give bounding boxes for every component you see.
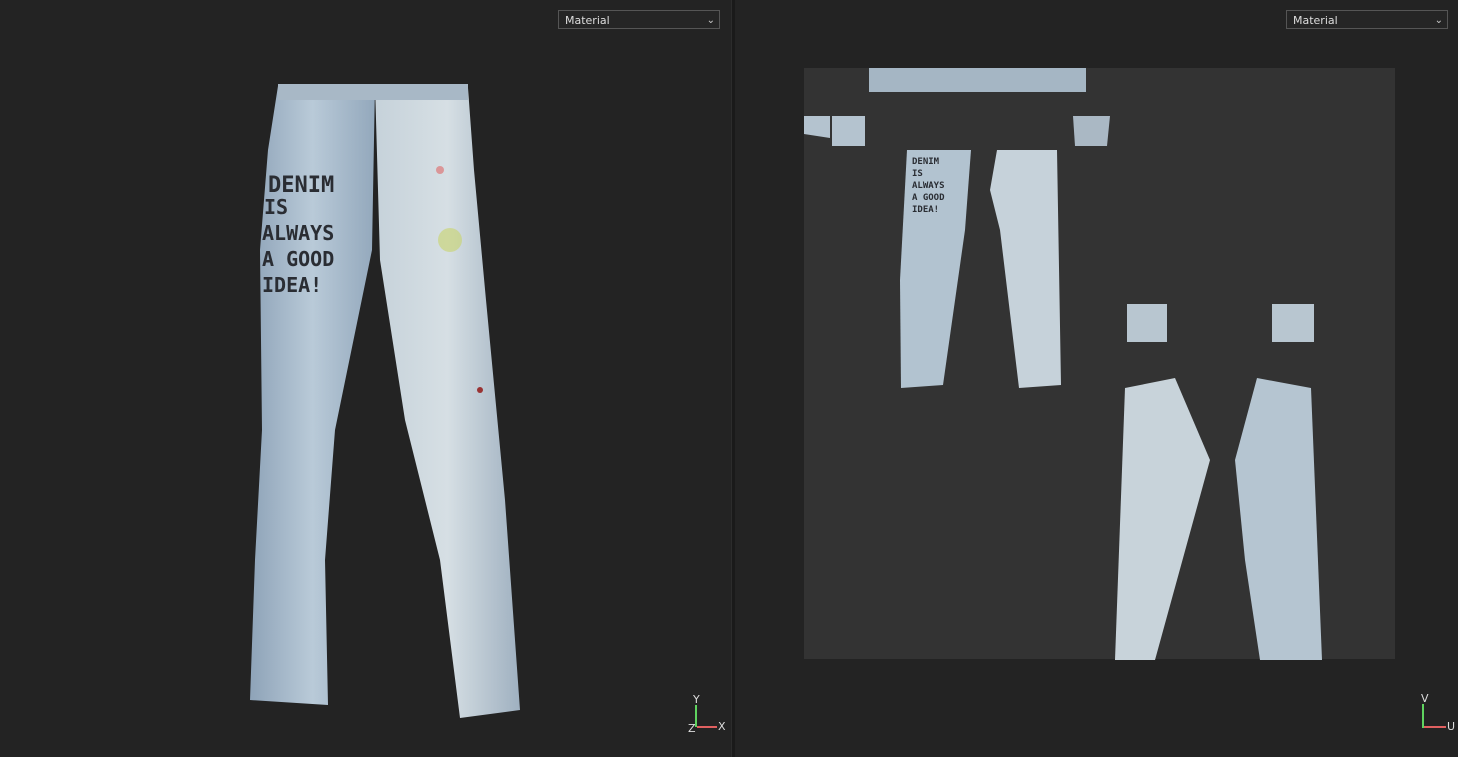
svg-text:DENIM: DENIM bbox=[912, 157, 940, 167]
svg-text:IS: IS bbox=[912, 169, 923, 179]
svg-text:A GOOD: A GOOD bbox=[262, 247, 334, 271]
svg-text:IDEA!: IDEA! bbox=[912, 205, 939, 215]
svg-text:IDEA!: IDEA! bbox=[262, 273, 322, 297]
svg-text:ALWAYS: ALWAYS bbox=[262, 221, 334, 245]
uv-islands: DENIM IS ALWAYS A GOOD IDEA! bbox=[804, 68, 1322, 660]
jeans-3d-model: DENIM IS ALWAYS A GOOD IDEA! bbox=[250, 84, 520, 718]
3d-viewport[interactable]: Material ⌄ DENIM IS ALWAYS A GOOD IDEA! Y… bbox=[0, 0, 731, 757]
uv-viewport[interactable]: Material ⌄ DENIM IS ALWAYS A GOOD IDEA! V… bbox=[735, 0, 1458, 757]
svg-text:IS: IS bbox=[264, 195, 288, 219]
svg-text:A GOOD: A GOOD bbox=[912, 193, 945, 203]
svg-text:ALWAYS: ALWAYS bbox=[912, 181, 945, 191]
